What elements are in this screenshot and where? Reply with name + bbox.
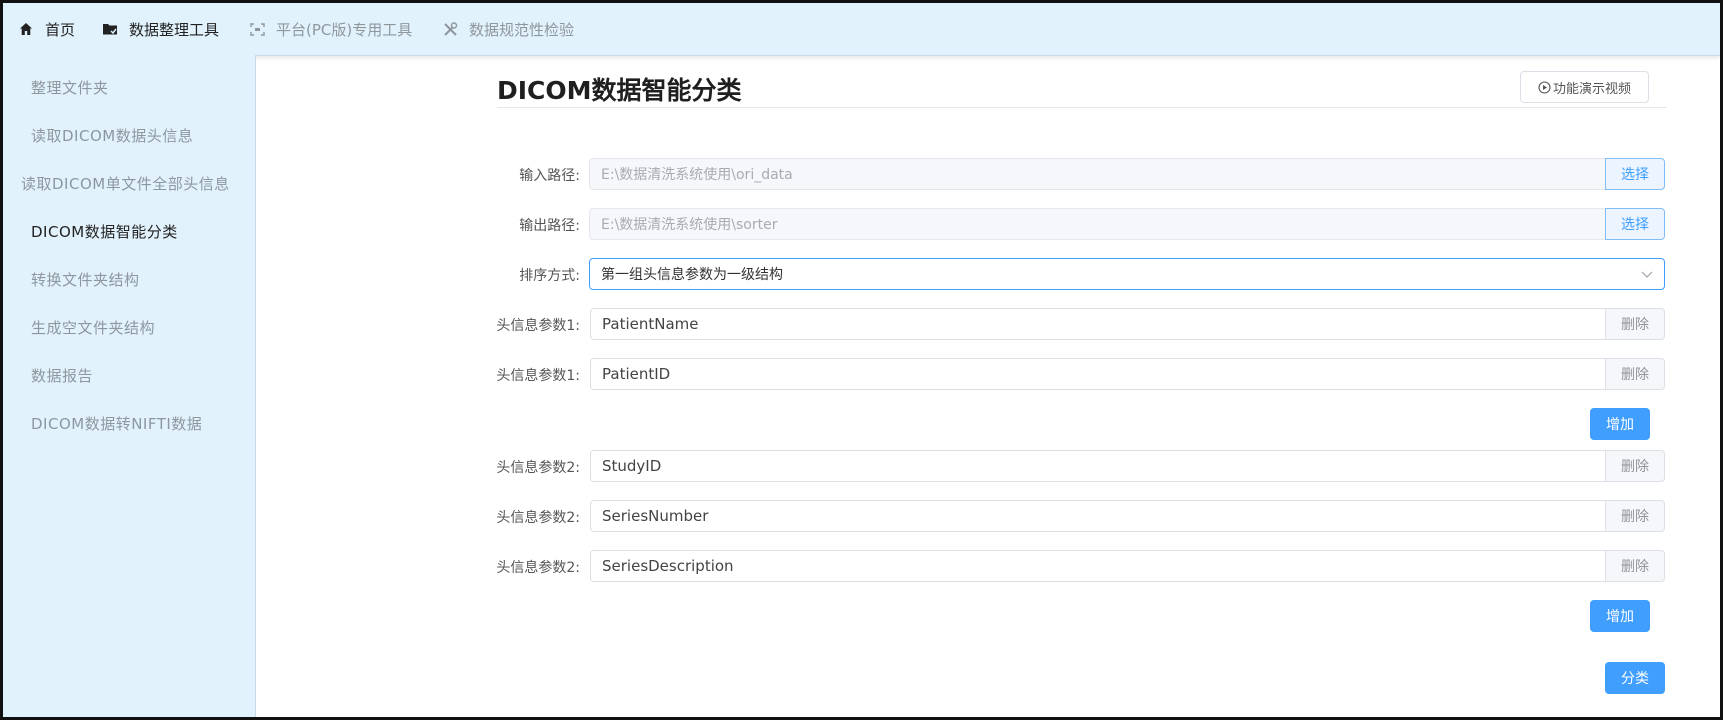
- sidebar-item-label: DICOM数据转NIFTI数据: [31, 414, 203, 433]
- sidebar-item-smart-classify[interactable]: DICOM数据智能分类: [3, 207, 284, 255]
- nav-data-check[interactable]: 数据规范性检验: [441, 3, 574, 55]
- sidebar-item-read-header[interactable]: 读取DICOM数据头信息: [3, 111, 284, 159]
- sidebar-item-organize-folder[interactable]: 整理文件夹: [3, 63, 284, 111]
- param2-field[interactable]: StudyID: [590, 450, 1606, 482]
- sidebar-item-read-single-file[interactable]: 读取DICOM单文件全部头信息: [3, 159, 274, 207]
- nav-home-label: 首页: [45, 20, 76, 39]
- nav-data-check-label: 数据规范性检验: [469, 20, 575, 39]
- group2-add-button[interactable]: 增加: [1590, 600, 1650, 632]
- demo-video-button[interactable]: 功能演示视频: [1520, 71, 1649, 103]
- param1-delete-button[interactable]: 删除: [1605, 358, 1665, 390]
- classify-button[interactable]: 分类: [1605, 662, 1665, 694]
- input-path-field[interactable]: E:\数据清洗系统使用\ori_data: [589, 158, 1606, 190]
- param1-label: 头信息参数1:: [496, 368, 580, 384]
- param1-delete-button[interactable]: 删除: [1605, 308, 1665, 340]
- param2-delete-button[interactable]: 删除: [1605, 550, 1665, 582]
- nav-data-tools-label: 数据整理工具: [129, 20, 220, 39]
- param2-label: 头信息参数2:: [496, 510, 580, 526]
- app-window: 首页 数据整理工具 平台(PC版)专用工具 数据规范性检验 整理文件夹 读取DI…: [0, 0, 1723, 720]
- page-title: DICOM数据智能分类: [497, 76, 742, 105]
- param2-delete-button[interactable]: 删除: [1605, 450, 1665, 482]
- sidebar-item-data-report[interactable]: 数据报告: [3, 351, 284, 399]
- param2-label: 头信息参数2:: [496, 560, 580, 576]
- sidebar-item-label: 生成空文件夹结构: [31, 318, 156, 337]
- sidebar-item-label: 数据报告: [31, 366, 94, 385]
- folder-icon: [101, 20, 119, 38]
- output-path-label: 输出路径:: [519, 218, 580, 234]
- param2-delete-button[interactable]: 删除: [1605, 500, 1665, 532]
- demo-video-label: 功能演示视频: [1552, 81, 1631, 97]
- title-divider: [497, 107, 1667, 108]
- home-icon: [17, 20, 35, 38]
- sidebar-item-convert-structure[interactable]: 转换文件夹结构: [3, 255, 284, 303]
- play-circle-icon: [1538, 80, 1551, 94]
- sidebar-item-label: 读取DICOM数据头信息: [31, 126, 194, 145]
- sidebar-item-label: DICOM数据智能分类: [31, 222, 178, 241]
- scan-icon: [248, 20, 266, 38]
- param1-label: 头信息参数1:: [496, 318, 580, 334]
- output-path-field[interactable]: E:\数据清洗系统使用\sorter: [589, 208, 1606, 240]
- param1-field[interactable]: PatientID: [590, 358, 1606, 390]
- sidebar: 整理文件夹 读取DICOM数据头信息 读取DICOM单文件全部头信息 DICOM…: [3, 55, 256, 717]
- param2-field[interactable]: SeriesDescription: [590, 550, 1606, 582]
- sort-mode-value: 第一组头信息参数为一级结构: [601, 267, 783, 283]
- nav-pc-tools[interactable]: 平台(PC版)专用工具: [248, 3, 412, 55]
- sidebar-item-label: 读取DICOM单文件全部头信息: [21, 174, 230, 193]
- output-path-select-button[interactable]: 选择: [1605, 208, 1665, 240]
- top-nav: 首页 数据整理工具 平台(PC版)专用工具 数据规范性检验: [3, 3, 1720, 56]
- sort-mode-select[interactable]: 第一组头信息参数为一级结构: [589, 258, 1665, 290]
- sort-mode-label: 排序方式:: [519, 268, 580, 284]
- group1-add-button[interactable]: 增加: [1590, 408, 1650, 440]
- input-path-select-button[interactable]: 选择: [1605, 158, 1665, 190]
- param2-field[interactable]: SeriesNumber: [590, 500, 1606, 532]
- nav-data-tools[interactable]: 数据整理工具: [101, 3, 219, 55]
- sidebar-item-label: 整理文件夹: [31, 78, 109, 97]
- chevron-down-icon: [1640, 267, 1654, 285]
- nav-pc-tools-label: 平台(PC版)专用工具: [276, 20, 413, 39]
- sidebar-item-dicom-to-nifti[interactable]: DICOM数据转NIFTI数据: [3, 399, 284, 447]
- nav-home[interactable]: 首页: [17, 3, 75, 55]
- param2-label: 头信息参数2:: [496, 460, 580, 476]
- tools-icon: [441, 20, 459, 38]
- param1-field[interactable]: PatientName: [590, 308, 1606, 340]
- input-path-label: 输入路径:: [519, 168, 580, 184]
- sidebar-item-label: 转换文件夹结构: [31, 270, 140, 289]
- sidebar-item-empty-structure[interactable]: 生成空文件夹结构: [3, 303, 284, 351]
